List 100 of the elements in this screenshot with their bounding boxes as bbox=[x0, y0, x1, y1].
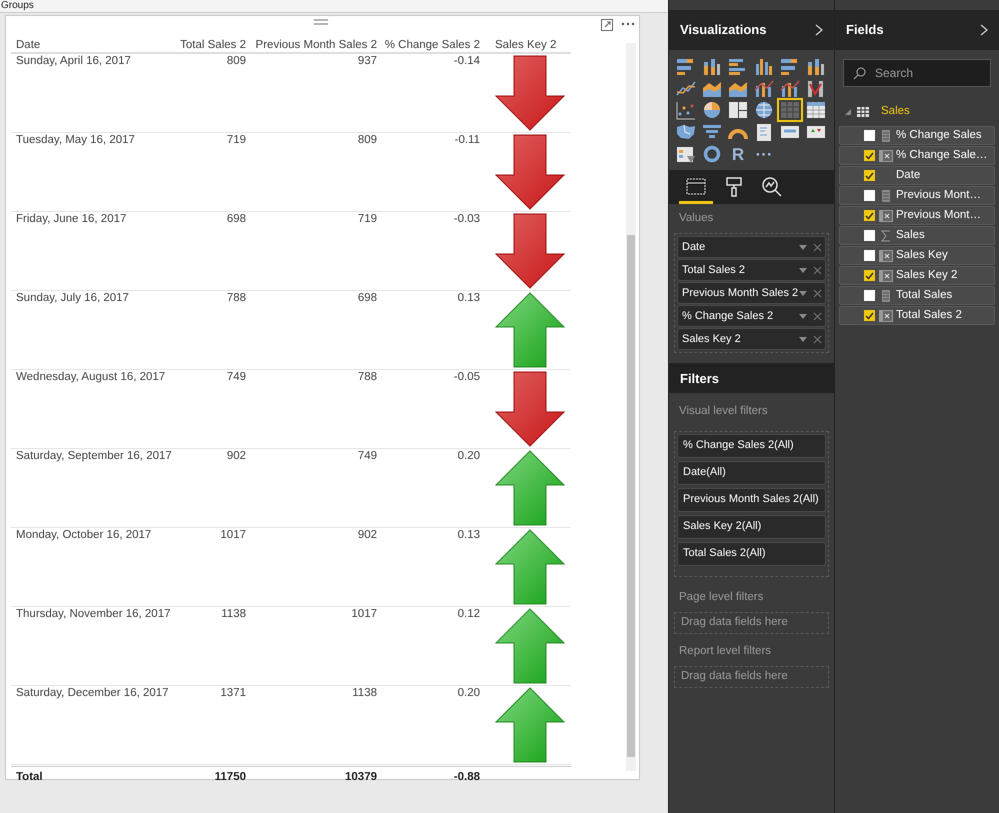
column-header[interactable]: Total Sales 2 bbox=[171, 38, 246, 52]
field-row[interactable]: Previous Mont… bbox=[839, 206, 995, 225]
close-icon[interactable] bbox=[813, 242, 822, 252]
visual-type-button[interactable]: ··· bbox=[753, 144, 775, 164]
column-header[interactable]: Previous Month Sales 2 bbox=[246, 38, 377, 52]
check-icon bbox=[865, 272, 874, 280]
close-icon[interactable] bbox=[813, 334, 822, 344]
field-row[interactable]: Sales bbox=[839, 226, 995, 245]
caret-icon[interactable] bbox=[799, 290, 807, 296]
field-row[interactable]: Total Sales bbox=[839, 286, 995, 305]
visual-type-button[interactable] bbox=[753, 100, 775, 120]
drop-zone[interactable]: Drag data fields here bbox=[674, 612, 829, 634]
total-cell-text: 11750 bbox=[214, 770, 246, 785]
sigma-icon bbox=[880, 230, 890, 242]
visual-type-button[interactable] bbox=[675, 100, 697, 120]
table-cell-text: 788 bbox=[356, 370, 377, 384]
caret-icon[interactable] bbox=[799, 336, 807, 342]
calculated-column-icon bbox=[878, 270, 892, 282]
field-row[interactable]: Sales Key bbox=[839, 246, 995, 265]
more-options-icon[interactable] bbox=[621, 22, 635, 26]
table-icon bbox=[857, 107, 869, 117]
table-cell-text: 0.20 bbox=[456, 686, 480, 700]
check-icon bbox=[865, 172, 874, 180]
drop-zone[interactable]: Drag data fields here bbox=[674, 666, 829, 688]
checkbox[interactable] bbox=[864, 150, 875, 161]
filter-card[interactable]: Previous Month Sales 2(All) bbox=[677, 488, 826, 512]
visual-type-button[interactable] bbox=[675, 122, 697, 142]
field-row[interactable]: % Change Sales bbox=[839, 126, 995, 145]
close-icon[interactable] bbox=[813, 312, 822, 321]
table-cell-text: 809 bbox=[226, 54, 246, 68]
field-row[interactable]: Sales Key 2 bbox=[839, 266, 995, 285]
check-icon bbox=[865, 152, 874, 160]
column-header[interactable]: Date bbox=[11, 38, 171, 52]
checkbox[interactable] bbox=[864, 230, 875, 241]
chevron-right-icon[interactable] bbox=[815, 24, 823, 36]
checkbox[interactable] bbox=[864, 190, 875, 201]
table-cell-text: -0.14 bbox=[452, 54, 480, 68]
caret-icon[interactable] bbox=[799, 314, 807, 319]
checkbox[interactable] bbox=[864, 250, 875, 261]
checkbox[interactable] bbox=[864, 170, 875, 181]
checkbox[interactable] bbox=[864, 210, 875, 221]
field-row[interactable]: Date bbox=[839, 166, 995, 185]
filter-card[interactable]: Sales Key 2(All) bbox=[677, 514, 826, 538]
table-cell-text: 0.13 bbox=[456, 291, 480, 305]
check-icon bbox=[865, 312, 874, 320]
date-cell-text: Tuesday, May 16, 2017 bbox=[15, 133, 136, 147]
visual-type-button[interactable] bbox=[701, 56, 723, 76]
filter-card[interactable]: Total Sales 2(All) bbox=[677, 542, 826, 566]
column-header[interactable]: % Change Sales 2 bbox=[377, 38, 480, 52]
search-field[interactable]: Search bbox=[843, 59, 991, 87]
scrollbar-thumb[interactable] bbox=[627, 235, 635, 757]
caret-icon[interactable] bbox=[799, 244, 807, 250]
pill-label: % Change Sales 2 bbox=[682, 309, 774, 324]
field-row[interactable]: % Change Sale… bbox=[839, 146, 995, 165]
pill-label: Date bbox=[682, 240, 706, 255]
table-cell-text: 809 bbox=[356, 133, 377, 147]
value-field-pill[interactable]: Sales Key 2 bbox=[677, 328, 826, 350]
visual-type-button[interactable] bbox=[779, 78, 801, 98]
table-cell-text: 0.12 bbox=[456, 607, 480, 621]
visual-type-button[interactable] bbox=[805, 56, 827, 76]
filter-card[interactable]: % Change Sales 2(All) bbox=[677, 434, 826, 458]
field-row[interactable]: Total Sales 2 bbox=[839, 306, 995, 325]
table-name[interactable]: Sales bbox=[881, 103, 910, 121]
table-cell-text: 1138 bbox=[220, 607, 246, 621]
checkbox[interactable] bbox=[864, 310, 875, 321]
filter-card[interactable]: Date(All) bbox=[677, 460, 826, 484]
value-field-pill[interactable]: % Change Sales 2 bbox=[677, 305, 826, 328]
value-field-pill[interactable]: Total Sales 2 bbox=[677, 259, 826, 282]
visual-type-button[interactable]: R bbox=[727, 144, 749, 164]
field-label: Previous Mont… bbox=[896, 208, 982, 223]
chevron-right-icon[interactable] bbox=[980, 24, 988, 36]
visual-type-button[interactable] bbox=[753, 56, 775, 76]
drag-handle-icon[interactable] bbox=[314, 18, 328, 26]
visual-type-button[interactable] bbox=[805, 100, 827, 120]
pane-title: Fields bbox=[846, 21, 884, 40]
close-icon[interactable] bbox=[813, 288, 822, 298]
table-cell-text: 749 bbox=[226, 370, 246, 384]
table-cell-text: -0.03 bbox=[452, 212, 480, 226]
focus-mode-icon[interactable] bbox=[601, 19, 613, 31]
visual-type-button[interactable] bbox=[753, 78, 775, 98]
visual-type-button[interactable] bbox=[701, 144, 723, 164]
checkbox[interactable] bbox=[864, 290, 875, 301]
checkbox[interactable] bbox=[864, 130, 875, 141]
search-icon bbox=[853, 67, 866, 80]
visual-type-button[interactable] bbox=[675, 144, 697, 164]
field-row[interactable]: Previous Mont… bbox=[839, 186, 995, 205]
calculated-column-icon bbox=[878, 250, 892, 262]
close-icon[interactable] bbox=[813, 266, 822, 275]
caret-icon[interactable] bbox=[799, 268, 807, 273]
column-header[interactable]: Sales Key 2 bbox=[480, 38, 570, 52]
value-field-pill[interactable]: Previous Month Sales 2 bbox=[677, 282, 826, 304]
field-label: Sales Key 2 bbox=[896, 268, 958, 283]
visual-type-button[interactable] bbox=[701, 100, 723, 120]
table-cell-text: -0.05 bbox=[452, 370, 480, 384]
visual-type-button[interactable] bbox=[727, 100, 749, 120]
expand-triangle-icon[interactable] bbox=[845, 109, 851, 115]
value-field-pill[interactable]: Date bbox=[677, 236, 826, 258]
vertical-scrollbar[interactable] bbox=[626, 43, 636, 771]
pill-label: Sales Key 2 bbox=[682, 332, 742, 347]
checkbox[interactable] bbox=[864, 270, 875, 281]
